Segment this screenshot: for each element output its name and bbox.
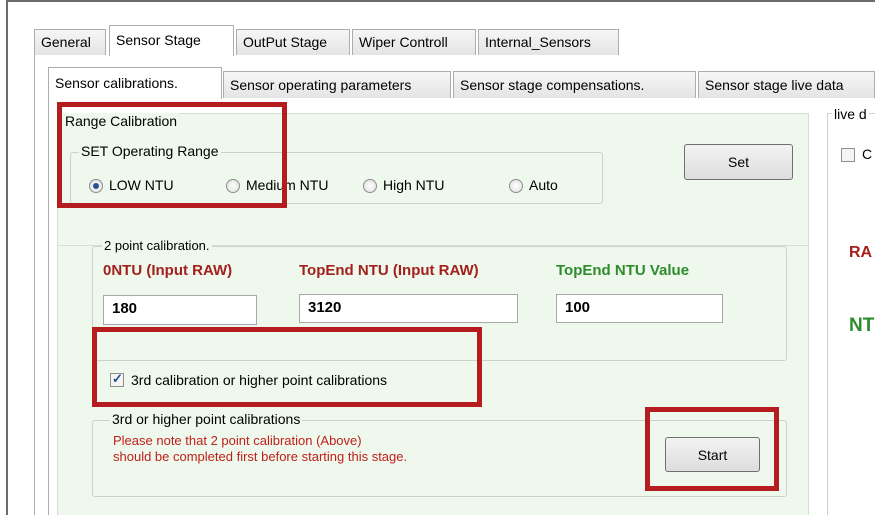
ntu-label: NT bbox=[849, 315, 875, 336]
subtab-sensor-stage-live-data[interactable]: Sensor stage live data bbox=[698, 71, 875, 98]
live-data-panel bbox=[827, 113, 875, 515]
highlight-range-calibration bbox=[57, 102, 287, 208]
subtab-label: Sensor operating parameters bbox=[230, 77, 412, 93]
tab-label: General bbox=[41, 34, 91, 50]
high-ntu-radio[interactable] bbox=[363, 179, 377, 193]
two-point-title: 2 point calibration. bbox=[102, 238, 212, 253]
live-panel-title: live d bbox=[832, 106, 869, 122]
note-line-2: should be completed first before startin… bbox=[113, 449, 408, 464]
live-panel-checkbox-label: C bbox=[862, 146, 873, 162]
topend-raw-header: TopEnd NTU (Input RAW) bbox=[299, 262, 479, 279]
topend-value-header: TopEnd NTU Value bbox=[556, 262, 690, 279]
tab-internal-sensors[interactable]: Internal_Sensors bbox=[478, 29, 619, 55]
auto-radio[interactable] bbox=[509, 179, 523, 193]
tab-label: Wiper Controll bbox=[359, 34, 448, 50]
subtab-label: Sensor calibrations. bbox=[55, 75, 178, 91]
tab-label: Sensor Stage bbox=[116, 32, 201, 48]
tab-wiper-controll[interactable]: Wiper Controll bbox=[352, 29, 476, 55]
note-line-1: Please note that 2 point calibration (Ab… bbox=[113, 433, 362, 448]
subtab-sensor-stage-compensations[interactable]: Sensor stage compensations. bbox=[453, 71, 696, 98]
raw-label: RA bbox=[849, 244, 873, 261]
topend-value-input[interactable]: 100 bbox=[556, 294, 723, 323]
live-panel-checkbox[interactable] bbox=[841, 148, 855, 162]
auto-label: Auto bbox=[529, 177, 558, 193]
subtab-label: Sensor stage compensations. bbox=[460, 77, 645, 93]
highlight-third-calibration bbox=[92, 327, 482, 407]
third-point-title: 3rd or higher point calibrations bbox=[110, 411, 303, 427]
topend-raw-input[interactable]: 3120 bbox=[299, 294, 518, 323]
tab-label: OutPut Stage bbox=[243, 34, 328, 50]
tab-sensor-stage[interactable]: Sensor Stage bbox=[109, 25, 234, 56]
tab-output-stage[interactable]: OutPut Stage bbox=[236, 29, 350, 55]
subtab-sensor-operating-parameters[interactable]: Sensor operating parameters bbox=[223, 71, 451, 98]
zero-ntu-input[interactable]: 180 bbox=[103, 295, 257, 325]
subtab-label: Sensor stage live data bbox=[705, 77, 844, 93]
tab-general[interactable]: General bbox=[34, 29, 106, 55]
high-ntu-label: High NTU bbox=[383, 177, 445, 193]
subtab-sensor-calibrations[interactable]: Sensor calibrations. bbox=[48, 67, 222, 99]
set-button[interactable]: Set bbox=[684, 144, 793, 180]
zero-ntu-header: 0NTU (Input RAW) bbox=[103, 262, 233, 279]
highlight-start-button bbox=[645, 407, 779, 491]
tab-label: Internal_Sensors bbox=[485, 34, 591, 50]
